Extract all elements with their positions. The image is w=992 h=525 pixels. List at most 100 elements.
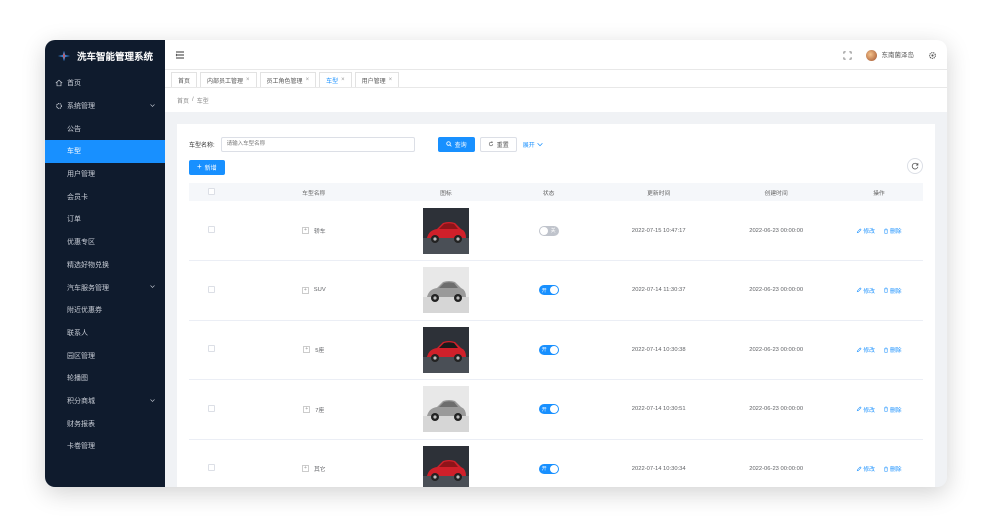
breadcrumb-current: 车型: [196, 98, 209, 105]
sidebar-item[interactable]: 车型: [45, 140, 165, 163]
delete-button[interactable]: 删除: [883, 464, 902, 473]
row-checkbox[interactable]: [207, 464, 215, 472]
column-header: 创建时间: [717, 183, 835, 201]
sidebar-item[interactable]: 附近优惠券: [45, 299, 165, 322]
breadcrumb-home[interactable]: 首页: [177, 96, 189, 105]
refresh-button[interactable]: [907, 158, 923, 174]
table-row: + 其它 开 2022-07-14 10:30:34 2022-06-23 00:00:…: [189, 439, 923, 487]
trash-icon: [884, 228, 888, 234]
search-input[interactable]: [220, 136, 415, 152]
sidebar-item[interactable]: 订单: [45, 208, 165, 231]
status-switch-label: 开: [541, 347, 547, 354]
add-button[interactable]: + 新增: [189, 159, 225, 175]
column-header-label: 图标: [440, 190, 452, 197]
car-image: [422, 267, 469, 314]
edit-button[interactable]: 修改: [856, 286, 875, 295]
sidebar-item-label: 卡卷管理: [67, 443, 95, 451]
expand-row-icon[interactable]: +: [303, 405, 311, 413]
tab[interactable]: 首页: [171, 72, 198, 87]
search-label: 车型名称:: [189, 142, 215, 149]
expand-row-icon[interactable]: +: [301, 286, 309, 294]
close-icon[interactable]: ×: [306, 77, 310, 83]
select-all-checkbox[interactable]: [207, 187, 215, 195]
sidebar-item[interactable]: 汽车服务管理: [45, 276, 165, 299]
close-icon[interactable]: ×: [389, 77, 393, 83]
sidebar-item[interactable]: 财务报表: [45, 412, 165, 435]
expand-row-icon[interactable]: +: [301, 465, 309, 473]
chevron-down-icon: [537, 142, 543, 146]
status-switch[interactable]: 开: [538, 463, 559, 474]
car-image: [422, 207, 469, 254]
table-body: + 轿车 关 2022-07-15 10:47:17 2022-06-23 00:00:…: [189, 201, 923, 487]
edit-button[interactable]: 修改: [856, 345, 875, 354]
sidebar-item[interactable]: 系统管理: [45, 95, 165, 118]
sidebar-item[interactable]: 轮播图: [45, 367, 165, 390]
row-select-cell: [189, 201, 234, 261]
delete-button[interactable]: 删除: [883, 226, 902, 235]
sidebar-item[interactable]: 公告: [45, 117, 165, 140]
expand-toggle[interactable]: 展开: [523, 140, 543, 149]
sidebar-item-label: 会员卡: [67, 193, 88, 201]
sidebar-item[interactable]: 精选好物兑换: [45, 254, 165, 277]
expand-row-icon[interactable]: +: [301, 227, 309, 234]
user-menu[interactable]: 东南菌泽岛: [865, 49, 914, 61]
sidebar-item-label: 精选好物兑换: [67, 261, 109, 269]
trash-icon: [884, 466, 888, 472]
avatar: [865, 49, 877, 61]
tab[interactable]: 车型 ×: [319, 72, 352, 87]
row-checkbox[interactable]: [207, 226, 215, 233]
reset-button[interactable]: 重置: [479, 136, 517, 152]
sidebar-item[interactable]: 联系人: [45, 322, 165, 345]
delete-button[interactable]: 删除: [883, 286, 902, 295]
status-switch[interactable]: 关: [538, 225, 559, 236]
sidebar-item[interactable]: 积分商城: [45, 390, 165, 413]
delete-button[interactable]: 删除: [883, 405, 902, 414]
plus-icon: +: [197, 162, 202, 171]
trash-icon: [884, 406, 888, 412]
sidebar-item[interactable]: 会员卡: [45, 185, 165, 208]
fullscreen-icon[interactable]: [843, 50, 852, 60]
delete-button[interactable]: 删除: [883, 345, 902, 354]
created-time: 2022-06-23 00:00:00: [749, 346, 804, 353]
edit-button[interactable]: 修改: [856, 464, 875, 473]
status-switch[interactable]: 开: [538, 285, 559, 296]
row-checkbox[interactable]: [207, 345, 215, 353]
tab[interactable]: 内部员工管理 ×: [200, 72, 257, 87]
updated-time: 2022-07-14 11:30:37: [632, 287, 686, 294]
sidebar-item[interactable]: 用户管理: [45, 163, 165, 186]
expand-row-icon[interactable]: +: [303, 346, 311, 354]
main-area: 东南菌泽岛 首页 内部员工管理 × 员工角色管理 × 车型 × 用户管理 × 首页 / 车型 车…: [165, 40, 947, 487]
sidebar-item-label: 附近优惠券: [67, 307, 102, 315]
sidebar-item[interactable]: 首页: [45, 72, 165, 95]
tab[interactable]: 用户管理 ×: [354, 72, 400, 87]
status-switch[interactable]: 开: [538, 344, 559, 355]
delete-label: 删除: [889, 288, 902, 295]
menu-fold-icon[interactable]: [175, 50, 185, 60]
status-switch-label: 关: [550, 228, 556, 234]
status-switch[interactable]: 开: [538, 404, 559, 415]
sidebar-item[interactable]: 卡卷管理: [45, 435, 165, 458]
sidebar-item[interactable]: 园区管理: [45, 344, 165, 367]
gear-icon[interactable]: [928, 51, 937, 60]
reset-button-label: 重置: [496, 142, 509, 149]
name-wrapper: +7座: [233, 405, 394, 414]
close-icon[interactable]: ×: [246, 77, 250, 83]
edit-button[interactable]: 修改: [856, 405, 875, 414]
chevron-down-icon: [150, 103, 155, 107]
home-icon: [55, 80, 63, 87]
actions-cell: 修改 删除: [834, 201, 923, 261]
sidebar-item-label: 积分商城: [67, 397, 95, 405]
edit-button[interactable]: 修改: [856, 226, 875, 235]
query-button[interactable]: 查询: [437, 136, 475, 152]
row-checkbox[interactable]: [207, 285, 215, 293]
delete-label: 删除: [889, 467, 902, 474]
created-time: 2022-06-23 00:00:00: [749, 227, 804, 234]
chevron-down-icon: [150, 398, 155, 402]
sidebar-item-label: 汽车服务管理: [67, 284, 109, 292]
sidebar-item-label: 公告: [67, 125, 81, 133]
sidebar-item[interactable]: 优惠专区: [45, 231, 165, 254]
breadcrumb: 首页 / 车型: [165, 88, 947, 112]
close-icon[interactable]: ×: [341, 77, 345, 83]
tab[interactable]: 员工角色管理 ×: [259, 72, 317, 87]
row-checkbox[interactable]: [207, 404, 215, 412]
